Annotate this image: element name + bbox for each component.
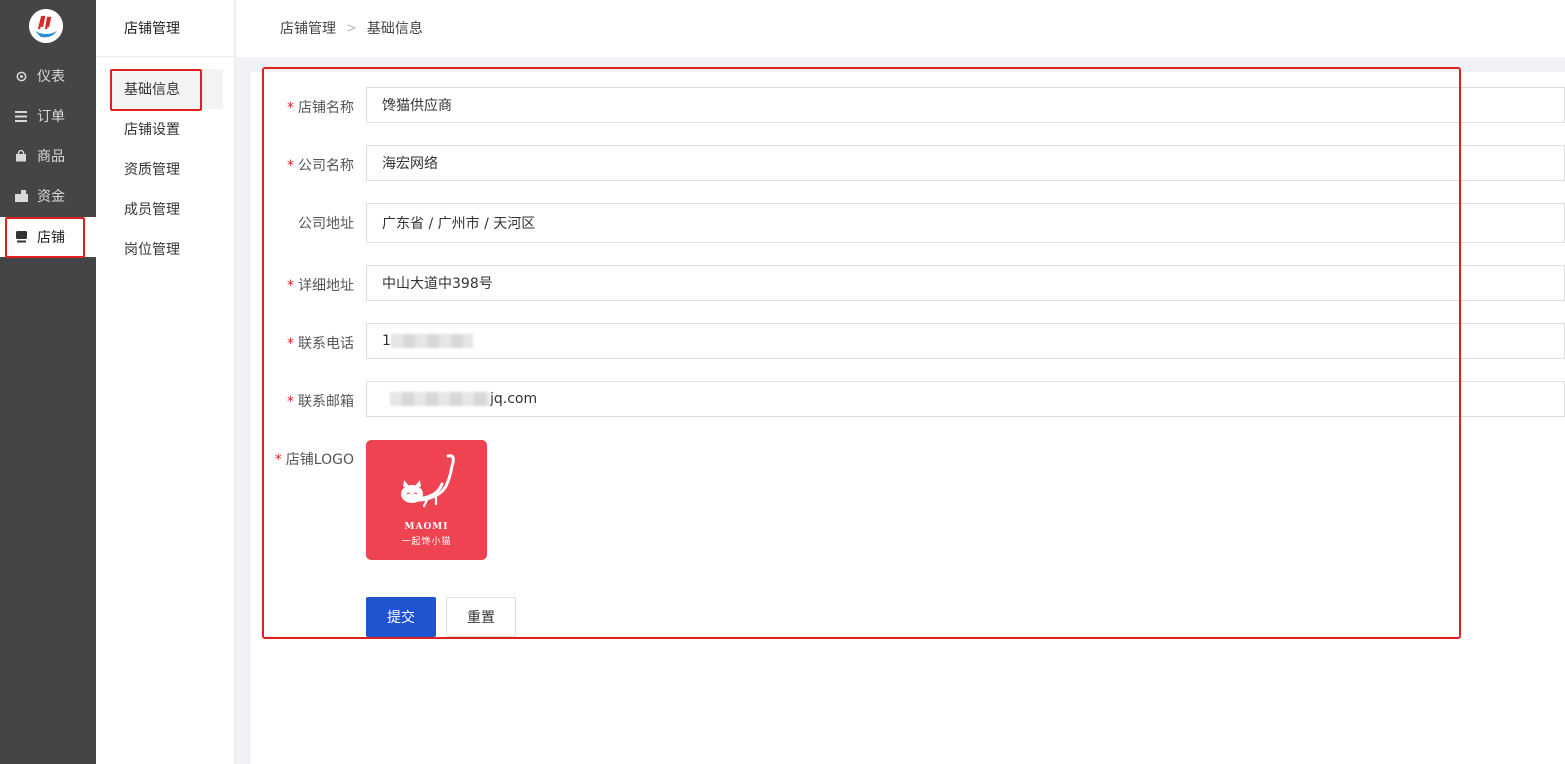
detail-address-label: * 详细地址 xyxy=(287,278,354,294)
store-name-label: * 店铺名称 xyxy=(287,100,354,116)
email-value: jq.com xyxy=(490,391,538,407)
required-star: * xyxy=(287,394,294,410)
logo-label: * 店铺LOGO xyxy=(274,452,354,468)
email-input[interactable]: jq.com xyxy=(366,381,1565,417)
breadcrumb-parent[interactable]: 店铺管理 xyxy=(280,18,336,38)
rail-item-products[interactable]: 商品 xyxy=(0,136,96,176)
rail-item-funds[interactable]: 资金 xyxy=(0,176,96,216)
rail-item-dashboard[interactable]: 仪表 xyxy=(0,56,96,96)
breadcrumb-current: 基础信息 xyxy=(366,21,423,37)
breadcrumb: 店铺管理 > 基础信息 xyxy=(280,18,423,38)
sidebar-item-members[interactable]: 成员管理 xyxy=(110,189,223,229)
rail-item-label: 仪表 xyxy=(37,69,65,85)
gear-icon xyxy=(14,69,28,83)
main-nav-rail: 仪表 订单 商品 资金 店铺 xyxy=(0,0,96,764)
phone-input[interactable]: 1 xyxy=(366,323,1565,359)
rail-item-label: 订单 xyxy=(37,109,65,125)
redacted-text xyxy=(390,392,490,406)
phone-label: * 联系电话 xyxy=(287,336,354,352)
rail-item-label: 商品 xyxy=(37,149,65,165)
logo-brand-text: MAOMI xyxy=(404,522,449,532)
bag-icon xyxy=(14,149,28,163)
required-star: * xyxy=(287,336,294,352)
store-highlight-box xyxy=(5,217,85,258)
app-logo[interactable] xyxy=(29,9,63,43)
page-header: 店铺管理 > 基础信息 xyxy=(236,0,1565,57)
logo-brand-subtext: 一起馋小猫 xyxy=(401,537,452,547)
basic-info-highlight-box xyxy=(110,69,202,111)
sidebar-item-positions[interactable]: 岗位管理 xyxy=(110,229,223,269)
store-name-input[interactable]: 馋猫供应商 xyxy=(366,87,1565,123)
phone-value: 1 xyxy=(382,333,391,349)
sidebar-title: 店铺管理 xyxy=(124,21,180,37)
required-star: * xyxy=(274,452,282,468)
reset-button[interactable]: 重置 xyxy=(446,597,516,637)
email-label: * 联系邮箱 xyxy=(287,394,354,410)
submit-button[interactable]: 提交 xyxy=(366,597,436,637)
detail-address-input[interactable]: 中山大道中398号 xyxy=(366,265,1565,301)
rail-item-orders[interactable]: 订单 xyxy=(0,96,96,136)
breadcrumb-separator: > xyxy=(346,20,357,36)
required-star: * xyxy=(287,100,294,116)
sidebar-divider xyxy=(96,56,235,57)
company-address-cascader[interactable]: 广东省 / 广州市 / 天河区 xyxy=(366,203,1565,243)
company-name-input[interactable]: 海宏网络 xyxy=(366,145,1565,181)
required-star: * xyxy=(287,158,294,174)
sidebar-item-qualification[interactable]: 资质管理 xyxy=(110,149,223,189)
company-name-label: * 公司名称 xyxy=(287,158,354,174)
wallet-icon xyxy=(14,189,28,203)
required-star: * xyxy=(287,278,294,294)
sub-sidebar: 店铺管理 基础信息 店铺设置 资质管理 成员管理 岗位管理 xyxy=(96,0,235,764)
redacted-text xyxy=(390,334,473,348)
company-address-label: 公司地址 xyxy=(298,216,354,232)
list-icon xyxy=(14,109,28,123)
rail-item-label: 资金 xyxy=(37,189,65,205)
sidebar-item-store-settings[interactable]: 店铺设置 xyxy=(110,109,223,149)
store-logo-upload[interactable]: MAOMI 一起馋小猫 xyxy=(366,440,487,560)
